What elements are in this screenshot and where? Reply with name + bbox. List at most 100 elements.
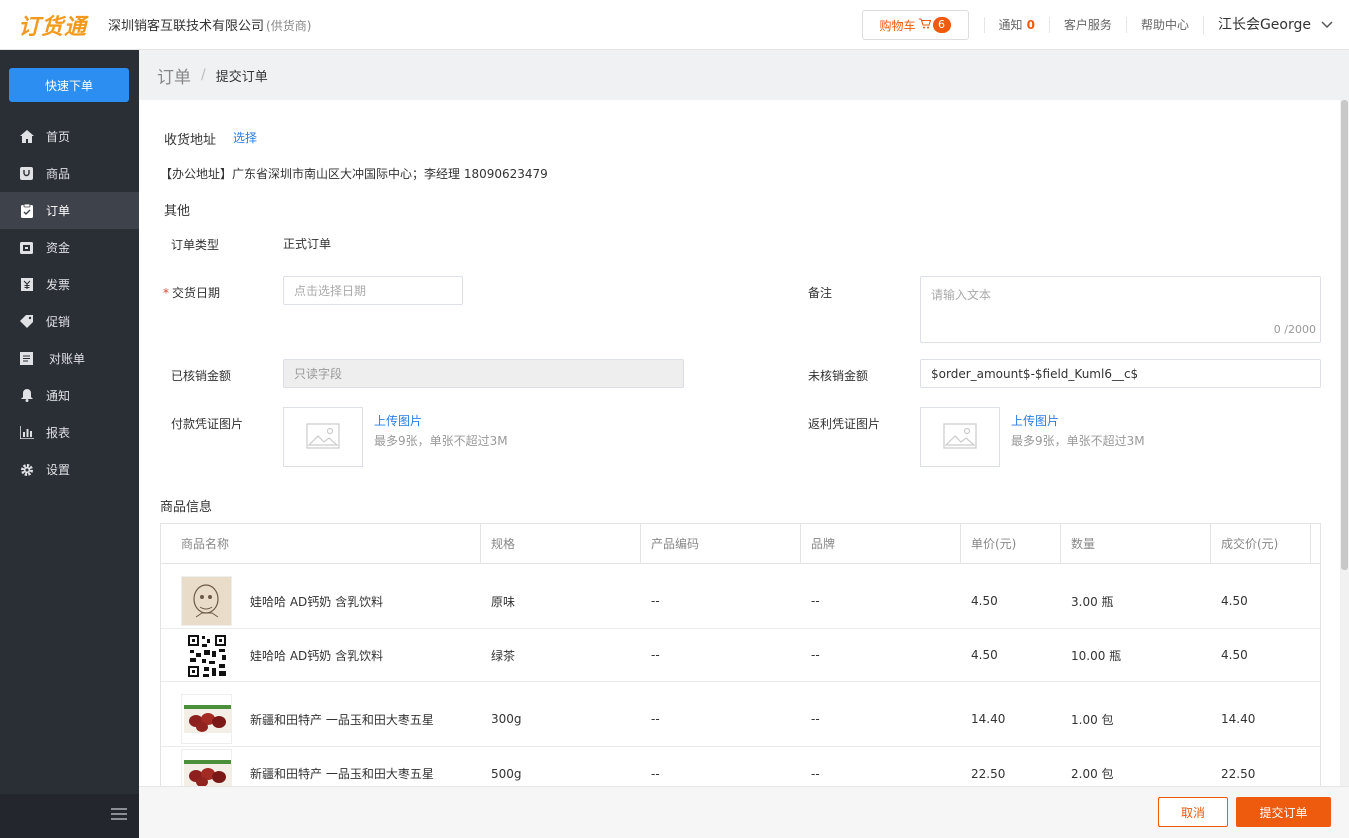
product-brand: -- [811,766,820,781]
sidebar-item-settings[interactable]: 设置 [0,451,139,488]
company-tag: (供货商) [266,19,312,33]
product-code: -- [651,766,660,781]
sidebar-item-notify[interactable]: 通知 [0,377,139,414]
col-header-deal-price: 成交价(元) [1211,524,1311,564]
unverified-amount-input[interactable]: $order_amount$-$field_Kuml6__c$ [920,359,1321,388]
quick-order-button[interactable]: 快速下单 [9,68,129,102]
page-scrollbar-thumb[interactable] [1341,100,1348,570]
cart-button[interactable]: 购物车 6 [861,10,969,40]
sidebar-item-report[interactable]: 报表 [0,414,139,451]
sidebar-item-home[interactable]: 首页 [0,118,139,155]
remark-placeholder: 请输入文本 [931,288,992,302]
product-price: 22.50 [971,766,1006,781]
sidebar-item-statement[interactable]: 对账单 [0,340,139,377]
chart-icon [19,425,34,440]
sidebar-item-goods[interactable]: 商品 [0,155,139,192]
customer-service-link[interactable]: 客户服务 [1048,17,1126,33]
help-center-link[interactable]: 帮助中心 [1125,17,1203,33]
product-code: -- [651,594,660,608]
product-thumbnail[interactable] [181,748,232,786]
product-price: 4.50 [971,594,998,608]
sidebar-item-label: 对账单 [49,352,86,366]
product-qty: 2.00 包 [1071,767,1114,781]
product-price: 4.50 [971,648,998,662]
products-section-title: 商品信息 [160,500,213,515]
order-type-value: 正式订单 [283,237,332,251]
image-placeholder-icon [306,422,340,452]
product-spec: 300g [491,712,522,726]
sidebar-item-orders[interactable]: 订单 [0,192,139,229]
funds-icon [19,240,34,255]
sidebar-item-label: 订单 [46,204,71,218]
product-name-cell: 娃哈哈 AD钙奶 含乳饮料 [161,630,481,680]
cart-icon [918,17,931,33]
col-header-spec: 规格 [481,524,641,564]
table-row: 新疆和田特产 一品玉和田大枣五星 500g -- -- 22.50 2.00 包… [161,747,1320,786]
product-deal-price: 4.50 [1221,594,1248,608]
breadcrumb-orders[interactable]: 订单 [157,63,191,88]
product-thumbnail[interactable] [181,694,232,744]
app-logo[interactable]: 订货通 [18,9,108,41]
breadcrumb-current: 提交订单 [215,69,268,85]
product-code: -- [651,712,660,726]
rebate-proof-upload[interactable] [920,407,1000,467]
statement-icon [19,351,34,366]
rebate-upload-link[interactable]: 上传图片 [1011,412,1059,429]
product-spec: 原味 [491,594,516,609]
product-brand: -- [811,712,820,726]
product-name: 新疆和田特产 一品玉和田大枣五星 [250,767,434,781]
address-text: 【办公地址】广东省深圳市南山区大冲国际中心；李经理 18090623479 [160,167,548,181]
product-thumbnail[interactable] [181,630,232,680]
sidebar-footer [0,794,139,838]
submit-order-button[interactable]: 提交订单 [1236,797,1331,827]
payment-upload-link[interactable]: 上传图片 [374,412,422,429]
product-name: 娃哈哈 AD钙奶 含乳饮料 [250,648,384,663]
rebate-upload-hint: 最多9张，单张不超过3M [1011,434,1145,448]
col-header-price: 单价(元) [961,524,1061,564]
order-type-label: 订单类型 [171,238,220,252]
col-header-name: 商品名称 [161,524,481,564]
company-label: 深圳销客互联技术有限公司 [108,19,265,34]
col-header-brand: 品牌 [801,524,961,564]
cart-count-badge: 6 [932,17,951,33]
gear-icon [19,462,34,477]
payment-proof-label: 付款凭证图片 [171,417,244,431]
sidebar-item-promotion[interactable]: 促销 [0,303,139,340]
sidebar-item-funds[interactable]: 资金 [0,229,139,266]
invoice-icon [19,277,34,292]
verified-amount-input: 只读字段 [283,359,684,388]
product-deal-price: 14.40 [1221,712,1256,726]
table-header: 商品名称 规格 产品编码 品牌 单价(元) 数量 成交价(元) [161,524,1320,564]
address-select-link[interactable]: 选择 [233,129,257,146]
address-label: 收货地址 [164,133,217,148]
home-icon [19,129,34,144]
payment-proof-upload[interactable] [283,407,363,467]
notify-link[interactable]: 通知 0 [983,17,1049,33]
top-header: 订货通 深圳销客互联技术有限公司 (供货商) 购物车 6 通知 0 客户服务 帮助中… [0,0,1349,50]
sidebar-item-invoice[interactable]: 发票 [0,266,139,303]
unverified-amount-label: 未核销金额 [808,369,869,383]
chevron-down-icon [1321,16,1333,34]
cancel-button[interactable]: 取消 [1158,797,1228,827]
collapse-menu-icon[interactable] [111,808,127,822]
product-thumbnail[interactable] [181,576,232,626]
user-menu[interactable]: 江长会George [1202,16,1349,34]
breadcrumb-separator: / [201,67,206,83]
sidebar-item-label: 资金 [46,241,71,255]
remark-textarea[interactable]: 请输入文本 0 /2000 [920,276,1321,343]
order-icon [19,203,34,218]
sidebar-item-label: 首页 [46,130,71,144]
delivery-date-label: * 交货日期 [163,286,221,300]
sidebar-nav: 首页 商品 订单 资金 发票 促销 对账单 通知 报表 设置 [0,118,139,488]
product-price: 14.40 [971,712,1006,726]
product-name: 娃哈哈 AD钙奶 含乳饮料 [250,594,384,609]
other-section-title: 其他 [164,204,191,219]
product-name-cell: 新疆和田特产 一品玉和田大枣五星 [161,694,481,744]
breadcrumb: 订单 / 提交订单 [139,50,1349,100]
delivery-date-input[interactable]: 点击选择日期 [283,276,463,305]
verified-amount-label: 已核销金额 [171,369,232,383]
product-name-cell: 娃哈哈 AD钙奶 含乳饮料 [161,576,481,626]
product-brand: -- [811,594,820,608]
notify-count: 0 [1026,18,1035,32]
order-form: 收货地址 选择 【办公地址】广东省深圳市南山区大冲国际中心；李经理 180906… [139,100,1340,786]
